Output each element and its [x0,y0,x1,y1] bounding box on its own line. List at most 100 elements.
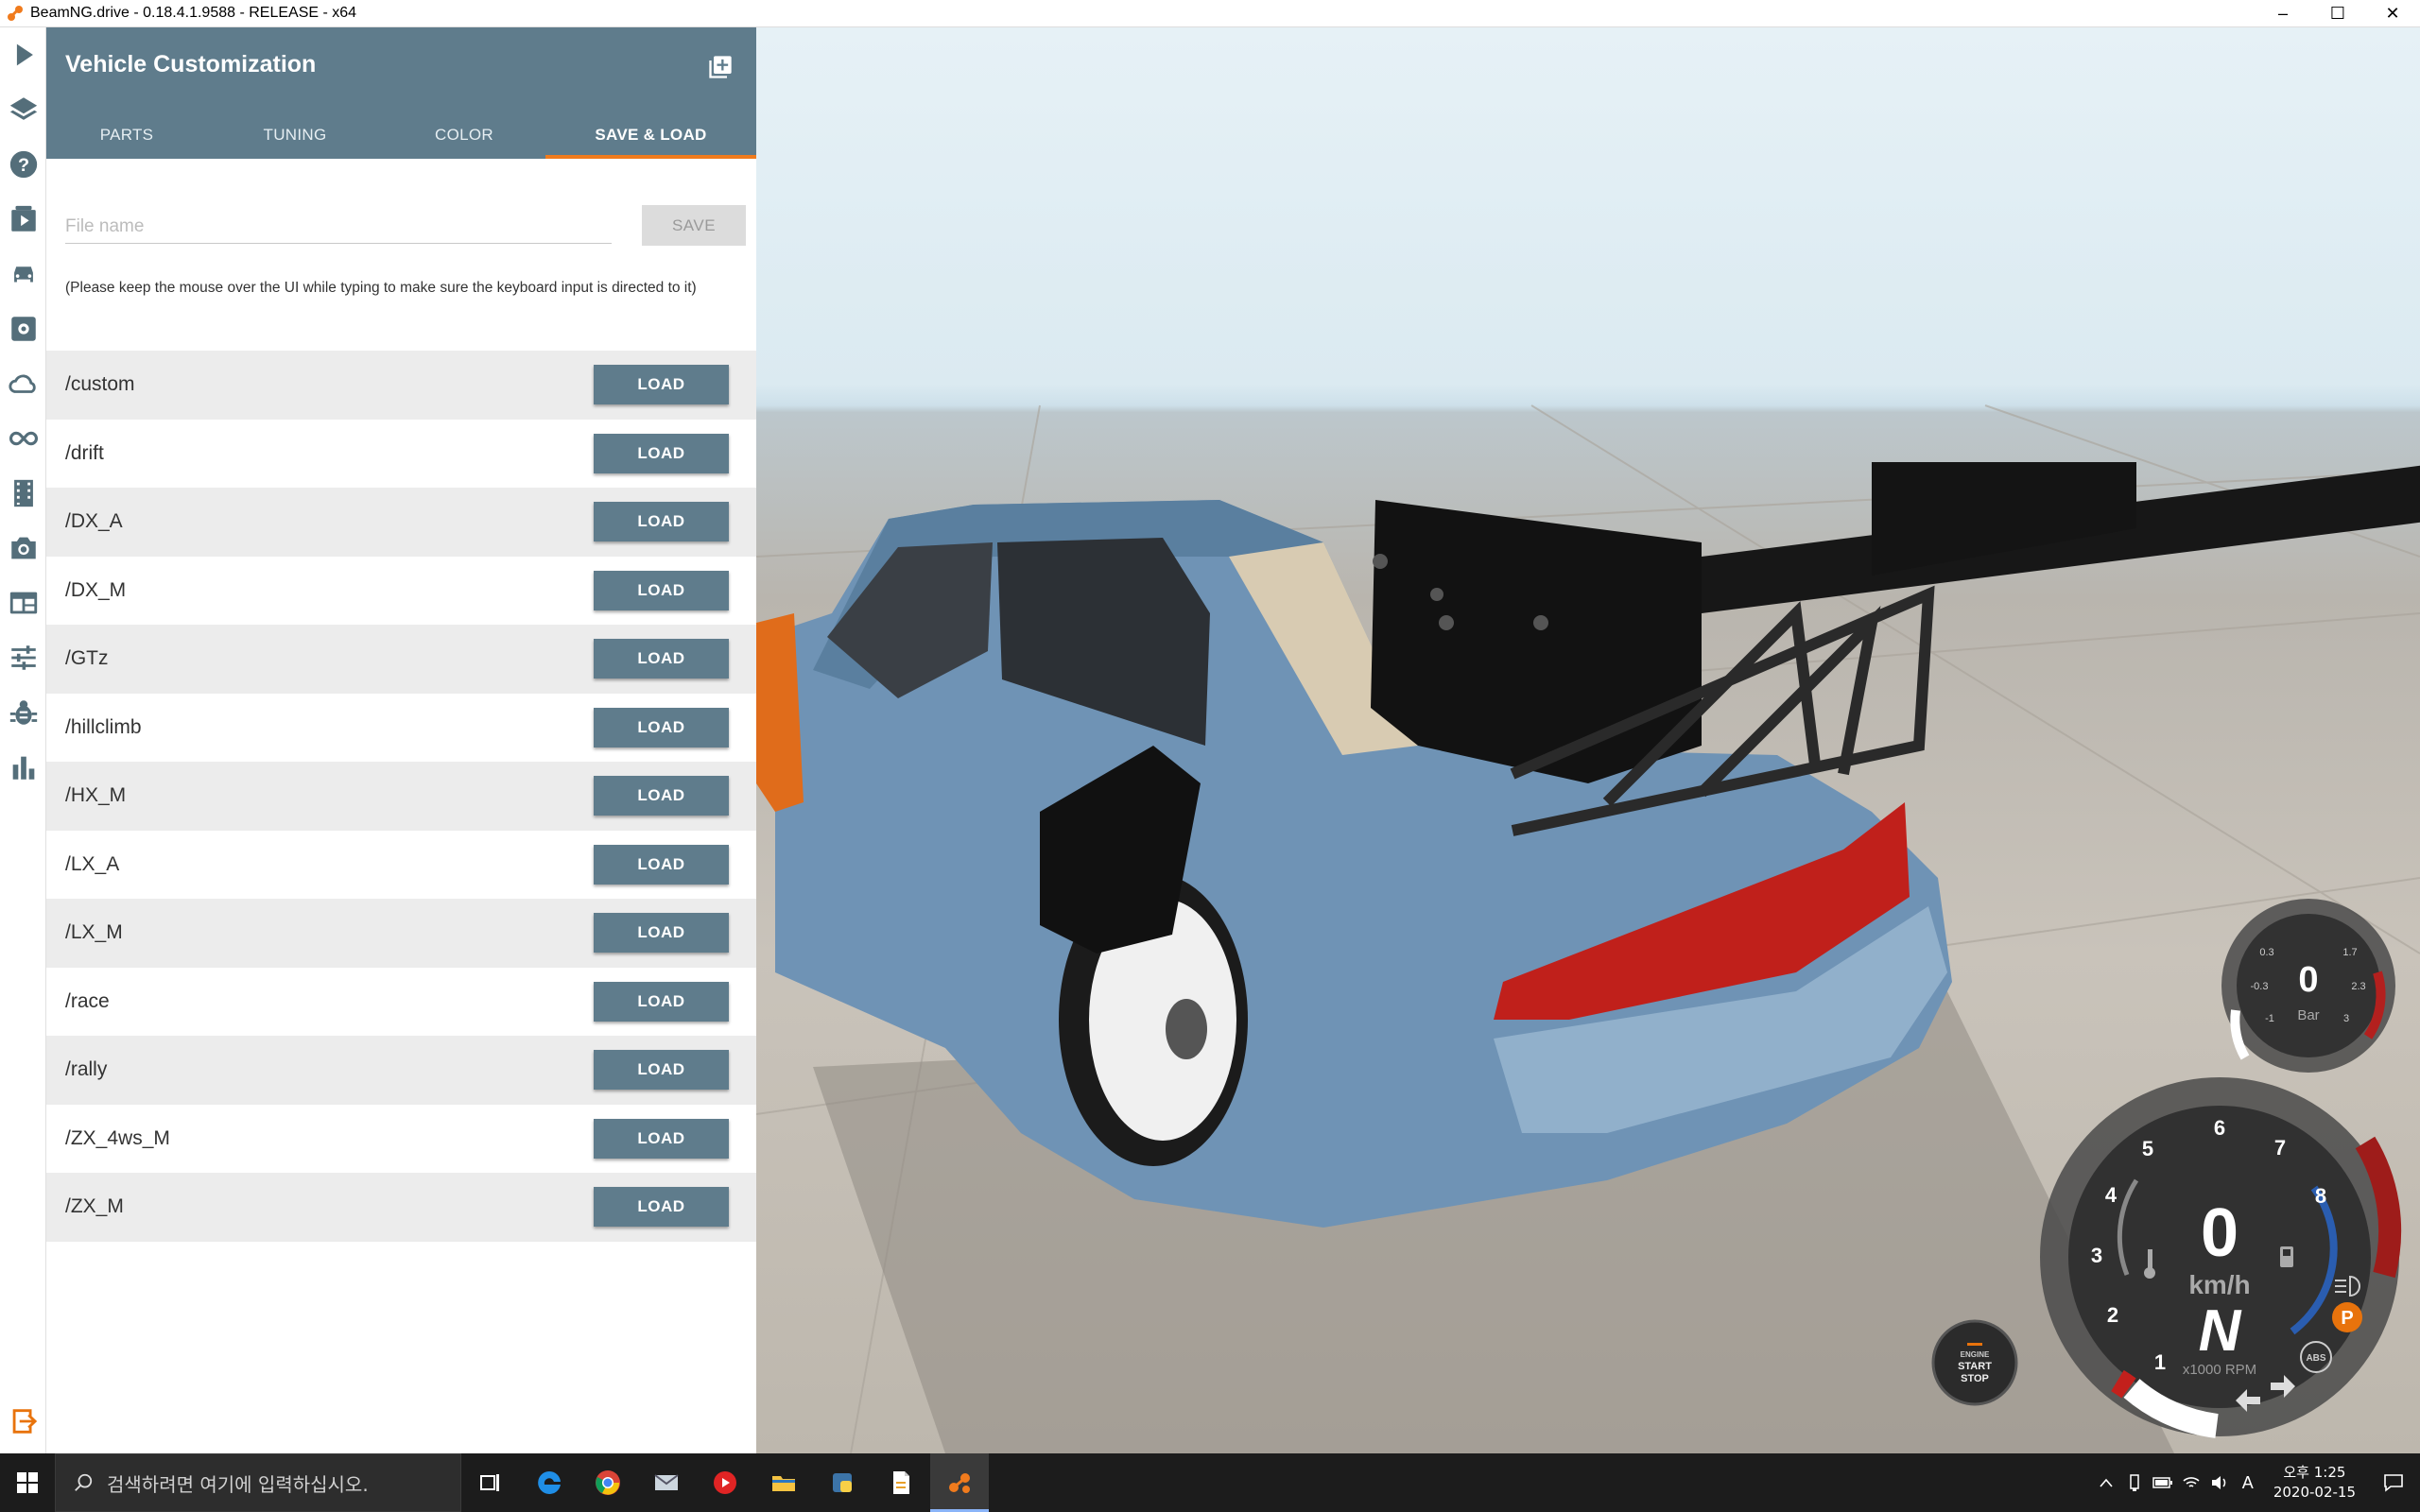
notification-icon [2384,1474,2403,1492]
load-button[interactable]: LOAD [594,913,729,954]
rpm-tick: 7 [2274,1136,2286,1160]
youtube-button[interactable] [696,1453,754,1512]
edge-icon [538,1470,561,1494]
abs-label: ABS [2306,1353,2325,1364]
config-name: /rally [65,1058,108,1081]
config-row: /HX_M LOAD [46,762,756,831]
taskbar-search[interactable]: 검색하려면 여기에 입력하십시오. [55,1453,461,1512]
load-button[interactable]: LOAD [594,365,729,405]
rpm-tick: 1 [2154,1350,2166,1374]
document-button[interactable] [872,1453,930,1512]
keyboard-hint: (Please keep the mouse over the UI while… [65,280,697,296]
beamng-icon [949,1473,970,1493]
start-label: START [1958,1361,1992,1372]
turbo-tick: -0.3 [2251,981,2269,992]
help-button[interactable]: ? [0,137,46,192]
layers-button[interactable] [0,82,46,137]
config-row: /ZX_4ws_M LOAD [46,1104,756,1173]
config-row: /GTz LOAD [46,625,756,694]
tab-parts[interactable]: PARTS [46,114,207,159]
minimize-button[interactable]: – [2256,0,2310,27]
performance-button[interactable] [0,740,46,795]
beamng-taskbar-button[interactable] [930,1453,989,1512]
load-button[interactable]: LOAD [594,570,729,610]
config-name: /drift [65,441,104,464]
environment-button[interactable] [0,356,46,411]
load-button[interactable]: LOAD [594,502,729,542]
clock-date: 2020-02-15 [2273,1484,2356,1501]
tab-tuning[interactable]: TUNING [207,114,383,159]
load-button[interactable]: LOAD [594,433,729,473]
debug-button[interactable] [0,685,46,740]
mail-button[interactable] [637,1453,696,1512]
rpm-tick: 8 [2315,1184,2326,1208]
main-menu-toolbar: ? [0,27,46,1453]
config-name: /HX_M [65,784,127,807]
scenarios-button[interactable] [0,192,46,247]
notification-center-button[interactable] [2367,1453,2420,1512]
window-controls: – ☐ ✕ [2256,0,2420,27]
add-window-icon[interactable] [707,54,734,80]
task-view-button[interactable] [461,1453,520,1512]
file-explorer-button[interactable] [754,1453,813,1512]
config-row: /DX_A LOAD [46,488,756,557]
tray-chevron-up-icon[interactable] [2092,1453,2120,1512]
windows-taskbar: 검색하려면 여기에 입력하십시오. A 오후 1:25 2020-02-15 [0,1453,2420,1512]
help-icon: ? [9,150,37,179]
vehicle-scene: 0 Bar 0.3 1.7 -0.3 2.3 -1 3 0 km/h N x10… [756,404,2420,1453]
config-name: /DX_M [65,578,127,601]
track-builder-button[interactable] [0,411,46,466]
game-viewport[interactable]: 0 Bar 0.3 1.7 -0.3 2.3 -1 3 0 km/h N x10… [756,27,2420,1453]
play-button[interactable] [0,27,46,82]
battery-icon[interactable] [2149,1453,2177,1512]
config-name: /LX_M [65,921,123,944]
load-button[interactable]: LOAD [594,1187,729,1228]
load-button[interactable]: LOAD [594,707,729,747]
photo-mode-button[interactable] [0,521,46,576]
config-row: /custom LOAD [46,351,756,420]
replay-button[interactable] [0,466,46,521]
wing-endplate [1371,500,1702,783]
load-button[interactable]: LOAD [594,1050,729,1091]
ui-apps-button[interactable] [0,576,46,630]
load-button[interactable]: LOAD [594,981,729,1022]
tab-color[interactable]: COLOR [383,114,545,159]
volume-icon[interactable] [2205,1453,2234,1512]
python-button[interactable] [813,1453,872,1512]
save-button[interactable]: SAVE [642,205,746,246]
usb-icon[interactable] [2120,1453,2149,1512]
stop-label: STOP [1961,1373,1989,1384]
edge-button[interactable] [520,1453,579,1512]
wifi-icon[interactable] [2177,1453,2205,1512]
ime-indicator[interactable]: A [2234,1453,2262,1512]
car-wheel-hub [1166,999,1207,1059]
config-name: /DX_A [65,510,123,533]
vehicles-button[interactable] [0,247,46,301]
load-button[interactable]: LOAD [594,844,729,885]
tab-save-load[interactable]: SAVE & LOAD [545,114,756,159]
turbo-tick: 0.3 [2259,947,2273,958]
file-explorer-icon [772,1476,795,1491]
config-row: /rally LOAD [46,1036,756,1105]
close-button[interactable]: ✕ [2365,0,2420,27]
config-name: /custom [65,373,135,396]
panel-header: Vehicle Customization PARTS TUNING COLOR… [46,27,756,159]
chrome-button[interactable] [579,1453,637,1512]
options-button[interactable] [0,630,46,685]
rpm-label: x1000 RPM [2183,1362,2256,1378]
maximize-button[interactable]: ☐ [2310,0,2365,27]
start-button[interactable] [0,1453,55,1512]
config-row: /hillclimb LOAD [46,693,756,762]
load-button[interactable]: LOAD [594,776,729,816]
taskbar-clock[interactable]: 오후 1:25 2020-02-15 [2262,1463,2367,1503]
bar-chart-icon [12,756,34,780]
exit-button[interactable] [0,1394,46,1449]
turbo-gauge: 0 Bar 0.3 1.7 -0.3 2.3 -1 3 [2221,899,2395,1073]
load-button[interactable]: LOAD [594,1118,729,1159]
engine-start-stop-button[interactable]: ENGINE START STOP [1931,1319,2018,1406]
file-name-input[interactable] [65,210,612,244]
load-button[interactable]: LOAD [594,639,729,679]
turbo-tick: 2.3 [2351,981,2365,992]
vehicle-config-button[interactable] [0,301,46,356]
config-row: /DX_M LOAD [46,556,756,625]
